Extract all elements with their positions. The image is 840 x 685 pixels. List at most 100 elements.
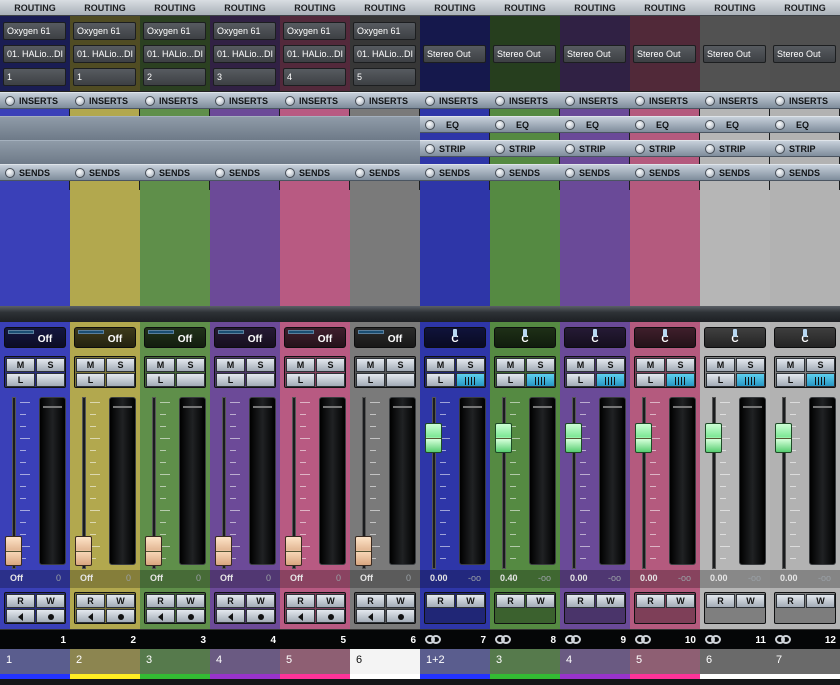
strip-power-icon[interactable] — [705, 144, 715, 154]
strip-power-icon[interactable] — [425, 144, 435, 154]
mute-button[interactable]: M — [776, 358, 805, 372]
write-automation-button[interactable]: W — [386, 594, 415, 608]
solo-button[interactable]: S — [36, 358, 65, 372]
inserts-power-icon[interactable] — [215, 96, 225, 106]
midi-channel-field[interactable]: 1 — [3, 68, 66, 86]
listen-button[interactable]: L — [776, 373, 805, 387]
routing-header[interactable]: ROUTING — [560, 0, 630, 16]
input-routing-field[interactable]: Oxygen 61 — [213, 22, 276, 40]
write-automation-button[interactable]: W — [316, 594, 345, 608]
section-eq[interactable]: EQ — [630, 116, 700, 133]
section-sends[interactable]: SENDS — [0, 164, 70, 181]
record-enable-button[interactable] — [36, 609, 65, 623]
sends-power-icon[interactable] — [355, 168, 365, 178]
sends-power-icon[interactable] — [565, 168, 575, 178]
midi-channel-field[interactable]: 2 — [143, 68, 206, 86]
section-sends[interactable]: SENDS — [70, 164, 140, 181]
routing-header[interactable]: ROUTING — [420, 0, 490, 16]
edit-instrument-button[interactable] — [106, 373, 135, 387]
sends-power-icon[interactable] — [215, 168, 225, 178]
inserts-power-icon[interactable] — [425, 96, 435, 106]
solo-button[interactable]: S — [456, 358, 485, 372]
section-sends[interactable]: SENDS — [490, 164, 560, 181]
listen-button[interactable]: L — [286, 373, 315, 387]
output-routing-field[interactable]: Stereo Out — [563, 45, 626, 63]
sends-power-icon[interactable] — [145, 168, 155, 178]
sends-power-icon[interactable] — [635, 168, 645, 178]
routing-header[interactable]: ROUTING — [350, 0, 420, 16]
read-automation-button[interactable]: R — [636, 594, 665, 608]
volume-fader-handle[interactable] — [635, 423, 652, 453]
pan-control[interactable]: Off — [354, 327, 416, 348]
listen-button[interactable]: L — [706, 373, 735, 387]
volume-fader-handle[interactable] — [215, 536, 232, 566]
channel-name[interactable]: 5 — [280, 649, 350, 674]
pan-control[interactable]: Off — [4, 327, 66, 348]
section-sends[interactable]: SENDS — [560, 164, 630, 181]
section-eq[interactable]: EQ — [560, 116, 630, 133]
output-routing-field[interactable]: Stereo Out — [493, 45, 556, 63]
inserts-power-icon[interactable] — [75, 96, 85, 106]
listen-button[interactable]: L — [636, 373, 665, 387]
mute-button[interactable]: M — [636, 358, 665, 372]
read-automation-button[interactable]: R — [76, 594, 105, 608]
read-automation-button[interactable]: R — [566, 594, 595, 608]
solo-button[interactable]: S — [316, 358, 345, 372]
section-inserts[interactable]: INSERTS — [420, 92, 490, 109]
volume-value[interactable]: 0.00 — [780, 573, 798, 583]
write-automation-button[interactable]: W — [806, 594, 835, 608]
mute-button[interactable]: M — [566, 358, 595, 372]
section-inserts[interactable]: INSERTS — [280, 92, 350, 109]
volume-fader-handle[interactable] — [705, 423, 722, 453]
channel-name[interactable]: 6 — [700, 649, 770, 674]
section-eq[interactable]: EQ — [700, 116, 770, 133]
listen-button[interactable]: L — [426, 373, 455, 387]
strip-power-icon[interactable] — [635, 144, 645, 154]
volume-value[interactable]: Off — [80, 573, 93, 583]
section-strip[interactable]: STRIP — [560, 140, 630, 157]
inserts-power-icon[interactable] — [495, 96, 505, 106]
section-inserts[interactable]: INSERTS — [630, 92, 700, 109]
listen-button[interactable]: L — [146, 373, 175, 387]
mute-button[interactable]: M — [496, 358, 525, 372]
write-automation-button[interactable]: W — [736, 594, 765, 608]
listen-button[interactable]: L — [6, 373, 35, 387]
input-routing-field[interactable]: Oxygen 61 — [283, 22, 346, 40]
section-strip[interactable]: STRIP — [630, 140, 700, 157]
pan-control[interactable]: Off — [144, 327, 206, 348]
write-automation-button[interactable]: W — [176, 594, 205, 608]
section-inserts[interactable]: INSERTS — [560, 92, 630, 109]
volume-fader-handle[interactable] — [145, 536, 162, 566]
input-routing-field[interactable]: Oxygen 61 — [353, 22, 416, 40]
volume-fader-handle[interactable] — [495, 423, 512, 453]
read-automation-button[interactable]: R — [216, 594, 245, 608]
eq-power-icon[interactable] — [635, 120, 645, 130]
read-automation-button[interactable]: R — [356, 594, 385, 608]
output-routing-field[interactable]: Stereo Out — [633, 45, 696, 63]
volume-value[interactable]: 0.00 — [570, 573, 588, 583]
volume-fader-handle[interactable] — [565, 423, 582, 453]
inserts-power-icon[interactable] — [635, 96, 645, 106]
panel-divider[interactable] — [0, 306, 840, 322]
read-automation-button[interactable]: R — [6, 594, 35, 608]
midi-channel-field[interactable]: 3 — [213, 68, 276, 86]
routing-header[interactable]: ROUTING — [630, 0, 700, 16]
mute-button[interactable]: M — [146, 358, 175, 372]
record-enable-button[interactable] — [176, 609, 205, 623]
edit-instrument-button[interactable] — [36, 373, 65, 387]
eq-power-icon[interactable] — [775, 120, 785, 130]
edit-instrument-button[interactable] — [666, 373, 695, 387]
volume-fader-handle[interactable] — [285, 536, 302, 566]
write-automation-button[interactable]: W — [526, 594, 555, 608]
solo-button[interactable]: S — [666, 358, 695, 372]
strip-power-icon[interactable] — [495, 144, 505, 154]
listen-button[interactable]: L — [496, 373, 525, 387]
routing-header[interactable]: ROUTING — [280, 0, 350, 16]
mute-button[interactable]: M — [76, 358, 105, 372]
section-inserts[interactable]: INSERTS — [210, 92, 280, 109]
listen-button[interactable]: L — [356, 373, 385, 387]
channel-name[interactable]: 3 — [490, 649, 560, 674]
section-sends[interactable]: SENDS — [280, 164, 350, 181]
sends-power-icon[interactable] — [705, 168, 715, 178]
inserts-power-icon[interactable] — [565, 96, 575, 106]
